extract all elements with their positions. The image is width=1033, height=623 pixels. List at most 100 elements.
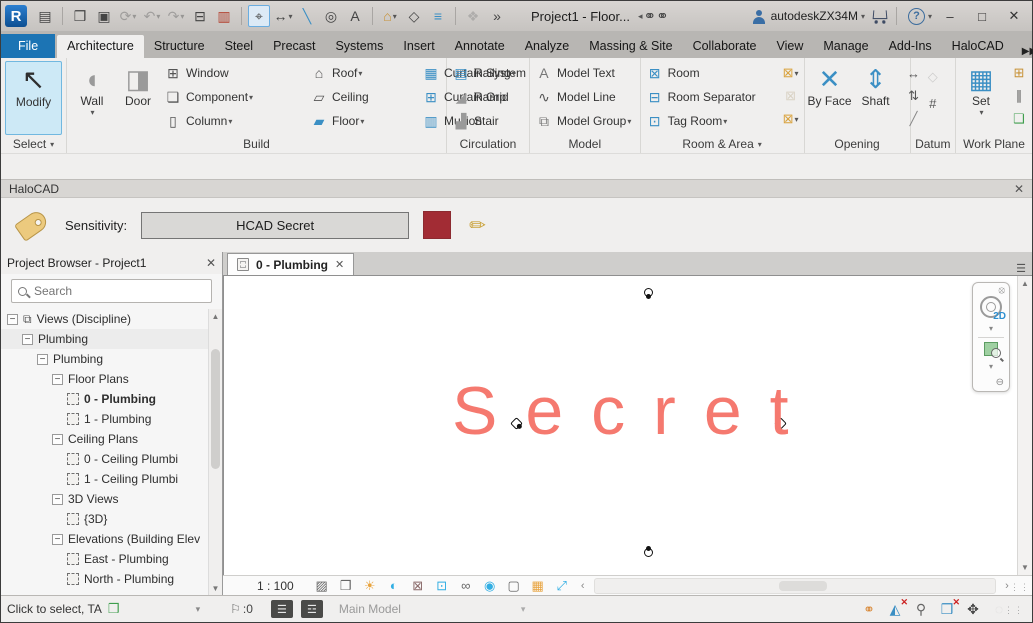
maximize-button[interactable]: □ [968,5,996,27]
tree-item[interactable]: − ⧉ 1 - Ceiling Plumbi [1,469,208,489]
scroll-up-icon[interactable]: ▲ [1018,276,1032,291]
status-chevron-icon[interactable]: ▾ [521,604,526,615]
dropdown-arrow[interactable]: ▾ [794,69,798,78]
tree-item[interactable]: − ⧉ {3D} [1,509,208,529]
ribbon-tab[interactable]: Structure [144,35,215,58]
ribbon-icon-button[interactable]: ∥ [1008,86,1030,106]
collapse-icon[interactable]: − [37,354,48,365]
search-binoculars-icon[interactable]: ⚭⚭ [644,5,669,27]
store-cart-icon[interactable] [873,10,888,19]
view-control-button[interactable]: ⊠ [406,577,430,595]
user-dropdown-arrow[interactable]: ▾ [861,12,865,21]
qat-button[interactable]: »▾ [486,5,508,27]
panel-label-opening[interactable]: Opening [805,135,910,153]
dropdown-arrow[interactable]: ▾ [358,69,362,78]
elevation-marker[interactable] [644,288,653,297]
ribbon-button[interactable]: ▰ Floor ▾ [307,109,419,133]
ribbon-button[interactable]: ⊞ Window ▾ [161,61,307,85]
tree-item[interactable]: − ⧉ Floor Plans [1,369,208,389]
ribbon-button[interactable]: ⊠ Room ▾ [643,61,776,85]
ribbon-tab[interactable]: Systems [325,35,393,58]
view-control-button[interactable]: ☀ [358,577,382,595]
scroll-left-icon[interactable]: ‹ [574,577,592,595]
qat-button[interactable]: ⌖▾ [248,5,270,27]
ribbon-button[interactable]: ▱ Ceiling ▾ [307,85,419,109]
canvas-vertical-scrollbar[interactable]: ▲ ▼ [1017,276,1032,575]
model-canvas[interactable]: Secret ⦻ 2D ▾ ▾ ⊖ ▲ ▼ [223,275,1032,575]
view-tab-close-icon[interactable]: ✕ [335,258,344,271]
dropdown-arrow[interactable]: ▾ [180,12,184,21]
ribbon-tab[interactable]: HaloCAD [942,35,1014,58]
project-browser-header[interactable]: Project Browser - Project1 ✕ [1,252,222,274]
view-control-button[interactable]: ∞ [454,577,478,595]
collapse-icon[interactable]: − [22,334,33,345]
wheel-dropdown-arrow[interactable]: ▾ [989,324,993,333]
selection-toggle-button[interactable]: ⚲ [910,599,932,619]
ribbon-tab[interactable]: Annotate [445,35,515,58]
zoom-region-icon[interactable] [984,342,998,356]
dropdown-arrow[interactable]: ▾ [979,108,983,117]
steering-wheel-icon[interactable]: 2D [980,296,1002,318]
qat-button[interactable]: ▤▾ [34,5,56,27]
qat-button[interactable]: ↶▾ [141,5,163,27]
tree-item[interactable]: − ⧉ Elevations (Building Elev [1,529,208,549]
title-collapse-arrow[interactable]: ◂ [638,11,643,22]
ribbon-tab[interactable]: Analyze [515,35,579,58]
qat-button[interactable]: ≡▾ [427,5,449,27]
active-design-option[interactable]: Main Model [339,602,401,616]
ribbon-button[interactable]: ⧉ Model Group ▾ [532,109,634,133]
view-scale[interactable]: 1 : 100 [223,579,310,593]
view-control-button[interactable]: ⊡ [430,577,454,595]
panel-label-room-area[interactable]: Room & Area▾ [641,135,804,153]
scrollbar-thumb[interactable] [211,349,220,469]
scroll-down-icon[interactable]: ▼ [209,581,222,595]
dropdown-arrow[interactable]: ▾ [627,117,631,126]
design-options-icon[interactable]: ☲ [301,600,323,618]
dropdown-arrow[interactable]: ▾ [228,117,232,126]
ribbon-tab[interactable]: Add-Ins [879,35,942,58]
selection-toggle-button[interactable]: ⚭ [858,599,880,619]
dropdown-arrow[interactable]: ▾ [90,108,94,117]
minimize-button[interactable]: – [936,5,964,27]
search-input[interactable] [34,284,205,298]
collapse-icon[interactable]: − [52,494,63,505]
scrollbar-thumb[interactable] [779,581,827,591]
close-button[interactable]: ✕ [1000,5,1028,27]
ribbon-button[interactable]: ⌂ Roof ▾ [307,61,419,85]
dropdown-arrow[interactable]: ▾ [132,12,136,21]
ribbon-tab[interactable]: Insert [393,35,444,58]
ribbon-button[interactable]: A Model Text ▾ [532,61,634,85]
revit-logo[interactable]: R [5,5,27,27]
ribbon-icon-button[interactable]: ⊠▾ [780,63,802,83]
panel-label-build[interactable]: Build [67,135,446,153]
qat-button[interactable]: ↔▾ [272,5,294,27]
dropdown-arrow[interactable]: ▾ [723,117,727,126]
dropdown-arrow[interactable]: ▾ [393,12,397,21]
editable-only-icon[interactable]: ☰ [271,600,293,618]
panel-label-work-plane[interactable]: Work Plane [956,135,1032,153]
qat-button[interactable]: ⊟▾ [189,5,211,27]
ribbon-button[interactable]: ∿ Model Line ▾ [532,85,634,109]
panel-label-select[interactable]: Select▾ [1,135,66,153]
qat-button[interactable]: ╲▾ [296,5,318,27]
dropdown-arrow[interactable]: ▾ [360,117,364,126]
ribbon-big-button[interactable]: ⇕ Shaft [853,61,899,135]
ribbon-tab[interactable]: Steel [215,35,264,58]
selection-toggle-button[interactable]: ◭ [884,599,906,619]
worksets-icon[interactable]: ⚐ [230,602,241,616]
ribbon-tab[interactable]: Collaborate [683,35,767,58]
navbar-close-icon[interactable]: ⦻ [998,285,1005,296]
resize-grip[interactable]: ⋮⋮ [1016,579,1030,593]
tree-scrollbar[interactable]: ▲ ▼ [208,309,222,595]
help-icon[interactable]: ? [908,8,925,25]
view-control-button[interactable]: ▦ [526,577,550,595]
ribbon-tab[interactable]: File [1,34,55,58]
ribbon-button[interactable]: ❏ Component ▾ [161,85,307,109]
qat-button[interactable]: ◇▾ [403,5,425,27]
collapse-icon[interactable]: − [52,434,63,445]
view-tabs-menu-icon[interactable]: ☰ [1016,262,1032,275]
dropdown-arrow[interactable]: ▾ [156,12,160,21]
canvas-horizontal-scrollbar[interactable] [594,578,996,594]
view-tab[interactable]: 0 - Plumbing ✕ [227,253,354,275]
ribbon-icon-button[interactable]: ❑ [1008,109,1030,129]
